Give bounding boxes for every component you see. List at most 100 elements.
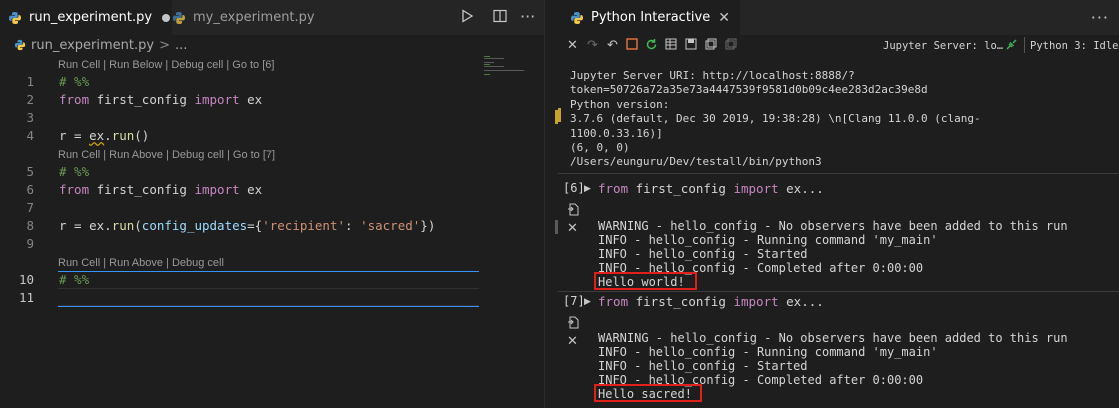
connection-icon[interactable] (1005, 38, 1018, 56)
expand-all-icon[interactable] (725, 38, 737, 55)
sysinfo-line: 3.7.6 (default, Dec 30 2019, 19:38:28) \… (570, 112, 981, 126)
interactive-toolbar: ✕ ↷ ↶ Jupyter Server: lo… Python 3: Idle (558, 35, 1119, 57)
tab-my-experiment[interactable]: my_experiment.py (172, 0, 315, 35)
more-actions-icon[interactable]: ··· (1091, 8, 1109, 27)
sysinfo-line: (6, 0, 0) (570, 141, 630, 155)
tab-label: my_experiment.py (193, 10, 315, 25)
python-interactive-pane: Python Interactive ✕ ··· ✕ ↷ ↶ Jupyter S… (558, 0, 1119, 408)
tab-label: run_experiment.py (29, 10, 153, 25)
clear-all-icon[interactable]: ✕ (567, 38, 578, 54)
line-number: 2 (26, 92, 34, 107)
sysinfo-line: 1100.0.33.16)] (570, 126, 663, 140)
line-number: 3 (26, 110, 34, 125)
sysinfo-line: token=50726a72a35e73a4447539f9581d0b09c4… (570, 83, 928, 97)
breadcrumb: run_experiment.py > ... (0, 35, 544, 55)
output-line: INFO - hello_config - Running command 'm… (598, 345, 938, 359)
minimap[interactable] (484, 55, 536, 95)
code-lens-cell-2[interactable]: Run Cell | Run Above | Debug cell | Go t… (58, 147, 275, 163)
scroll-marker (558, 108, 561, 122)
breadcrumb-separator: > (159, 37, 170, 53)
highlight-box (594, 272, 697, 290)
code-line: 3 (0, 109, 480, 127)
sysinfo-line: Python version: (570, 97, 670, 111)
jupyter-server-status[interactable]: Jupyter Server: lo… (883, 38, 1003, 54)
redo-icon[interactable]: ↷ (587, 38, 598, 54)
line-number: 10 (18, 272, 34, 287)
code-text: r = ex.run() (59, 128, 150, 143)
highlight-box (594, 384, 702, 402)
code-text: from first_config import ex (59, 92, 263, 107)
editor-tab-bar: run_experiment.py my_experiment.py ··· (0, 0, 544, 35)
cell-input[interactable]: from first_config import ex... (598, 294, 824, 309)
code-line: 5 # %% (0, 163, 480, 181)
python-file-icon (570, 11, 584, 25)
editor-group-splitter[interactable] (544, 0, 559, 408)
collapse-chevron-icon[interactable]: ▶ (584, 297, 591, 307)
execution-count: [6] (563, 181, 585, 195)
undo-icon[interactable]: ↶ (607, 38, 618, 54)
sysinfo-line: /Users/eunguru/Dev/testall/bin/python3 (570, 155, 822, 169)
cell-input[interactable]: from first_config import ex... (598, 181, 824, 196)
code-line: 9 (0, 235, 480, 253)
line-number: 7 (26, 200, 34, 215)
output-line: WARNING - hello_config - No observers ha… (598, 331, 1068, 345)
export-icon[interactable] (705, 38, 717, 55)
python-file-icon (172, 11, 186, 25)
code-text: from first_config import ex (59, 182, 263, 197)
restart-kernel-icon[interactable] (645, 38, 658, 56)
goto-code-icon[interactable] (567, 316, 580, 333)
code-text: # %% (59, 74, 90, 89)
code-lens-cell-3[interactable]: Run Cell | Run Above | Debug cell (58, 255, 224, 271)
output-cell: [7] ▶ from first_config import ex... ✕ W… (558, 292, 1119, 408)
toolbar-divider (1024, 37, 1025, 53)
active-cell-border (58, 306, 479, 307)
line-number: 1 (26, 74, 34, 89)
line-number: 11 (18, 290, 34, 305)
delete-cell-icon[interactable]: ✕ (567, 334, 578, 349)
delete-cell-icon[interactable]: ✕ (567, 221, 578, 236)
more-actions-icon[interactable]: ··· (520, 8, 535, 26)
code-line: 1 # %% (0, 73, 480, 91)
code-text: # %% (59, 272, 90, 287)
close-icon[interactable]: ✕ (718, 10, 730, 26)
editor-pane: run_experiment.py my_experiment.py ··· r… (0, 0, 544, 408)
split-editor-icon[interactable] (492, 8, 508, 28)
code-text: # %% (59, 164, 90, 179)
output-cell: [6] ▶ from first_config import ex... ✕ W… (558, 176, 1119, 290)
sysinfo-line: Jupyter Server URI: http://localhost:888… (570, 69, 855, 82)
system-info: Jupyter Server URI: http://localhost:888… (570, 69, 981, 170)
output-line: INFO - hello_config - Started (598, 359, 808, 373)
collapse-chevron-icon[interactable]: ▶ (584, 184, 591, 194)
python-file-icon (14, 39, 26, 51)
interrupt-kernel-icon[interactable] (626, 38, 638, 55)
save-icon[interactable] (685, 38, 697, 55)
current-line-highlight (58, 288, 479, 306)
line-number: 4 (26, 128, 34, 143)
output-line: INFO - hello_config - Running command 'm… (598, 233, 938, 247)
interactive-tab-bar: Python Interactive ✕ ··· (558, 0, 1119, 35)
output-line: WARNING - hello_config - No observers ha… (598, 219, 1068, 233)
unsaved-dot-icon[interactable] (162, 13, 171, 22)
kernel-status[interactable]: Python 3: Idle (1030, 38, 1119, 54)
breadcrumb-file[interactable]: run_experiment.py (31, 38, 154, 53)
tab-python-interactive[interactable]: Python Interactive ✕ (558, 0, 740, 35)
line-number: 9 (26, 236, 34, 251)
line-number: 6 (26, 182, 34, 197)
code-line: 6 from first_config import ex (0, 181, 480, 199)
code-lens-cell-1[interactable]: Run Cell | Run Below | Debug cell | Go t… (58, 57, 274, 73)
tab-label: Python Interactive (591, 10, 711, 25)
output-line: INFO - hello_config - Started (598, 247, 808, 261)
python-file-icon (8, 11, 22, 25)
goto-code-icon[interactable] (567, 203, 580, 220)
line-number: 5 (26, 164, 34, 179)
line-number: 8 (26, 218, 34, 233)
run-file-icon[interactable] (459, 8, 475, 28)
execution-count: [7] (563, 294, 585, 308)
variables-icon[interactable] (665, 38, 677, 55)
code-line: 4 r = ex.run() (0, 127, 480, 145)
breadcrumb-symbol[interactable]: ... (175, 38, 187, 53)
tab-run-experiment[interactable]: run_experiment.py (0, 0, 172, 35)
code-editor[interactable]: Run Cell | Run Below | Debug cell | Go t… (0, 55, 544, 408)
code-line: 8 r = ex.run(config_updates={'recipient':… (0, 217, 480, 235)
code-line: 7 (0, 199, 480, 217)
